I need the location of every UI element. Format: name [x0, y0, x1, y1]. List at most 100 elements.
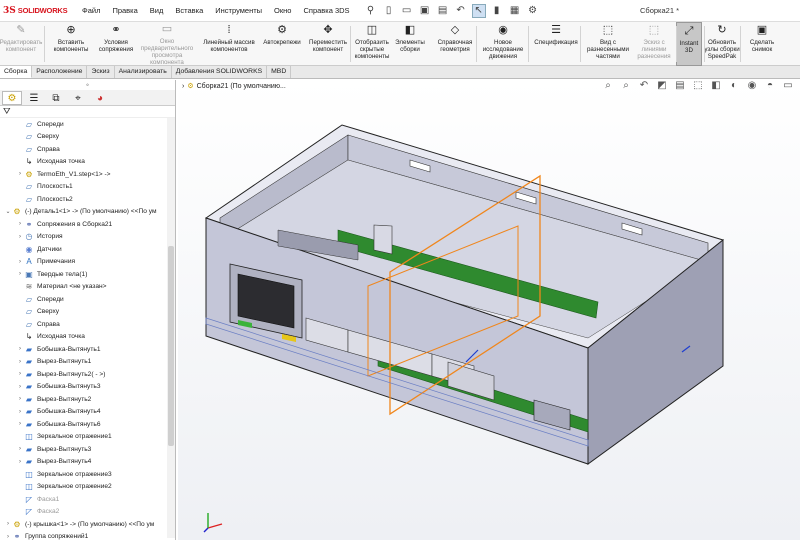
tree-node[interactable]: › ◷ История: [0, 231, 166, 244]
open-folder-icon[interactable]: ▭: [400, 4, 414, 18]
feature-manager-tab-icon[interactable]: ⚙: [2, 91, 22, 105]
ribbon-button-reference-geometry[interactable]: ◇ Справочная геометрия: [434, 22, 476, 66]
ribbon-button-edit-component[interactable]: ✎ Редактировать компонент: [0, 22, 42, 66]
expand-arrow-icon[interactable]: ›: [16, 459, 24, 465]
menu-insert[interactable]: Вставка: [169, 0, 209, 22]
tree-node[interactable]: ◫ Зеркальное отражение1: [0, 431, 166, 444]
tree-node[interactable]: › ⚙ (-) крышка<1> -> (По умолчанию) <<По у…: [0, 518, 166, 531]
tree-node[interactable]: ▱ Справа: [0, 318, 166, 331]
tree-node[interactable]: › ▰ Вырез-Вытянуть4: [0, 456, 166, 469]
expand-arrow-icon[interactable]: ›: [16, 384, 24, 390]
rebuild-icon[interactable]: ▮: [490, 4, 504, 18]
ribbon-button-component-preview[interactable]: ▭ Окно предварительного просмотра компоне…: [136, 22, 198, 67]
tree-node[interactable]: ▱ Справа: [0, 143, 166, 156]
pin-icon[interactable]: ⚲: [364, 4, 378, 18]
ribbon-button-show-hidden[interactable]: ◫ Отобразить скрытые компоненты: [352, 22, 392, 66]
expand-arrow-icon[interactable]: ›: [16, 421, 24, 427]
panel-pin-icon[interactable]: ⚬: [0, 80, 175, 90]
tab-2[interactable]: Эскиз: [87, 66, 115, 78]
tree-node[interactable]: › ▰ Вырез-Вытянуть2: [0, 393, 166, 406]
expand-arrow-icon[interactable]: ›: [16, 409, 24, 415]
expand-arrow-icon[interactable]: ›: [16, 234, 24, 240]
tree-node[interactable]: › ▰ Вырез-Вытянуть3: [0, 443, 166, 456]
filter-icon[interactable]: ⛛: [0, 106, 175, 118]
menu-window[interactable]: Окно: [268, 0, 297, 22]
tree-node[interactable]: ▱ Спереди: [0, 293, 166, 306]
configuration-manager-tab-icon[interactable]: ⧉: [46, 91, 66, 105]
menu-tools[interactable]: Инструменты: [209, 0, 268, 22]
menu-help[interactable]: Справка 3DS: [297, 0, 355, 22]
file-properties-icon[interactable]: ▦: [508, 4, 522, 18]
tree-node[interactable]: ▱ Плоскость2: [0, 193, 166, 206]
expand-arrow-icon[interactable]: ›: [16, 221, 24, 227]
undo-icon[interactable]: ↶: [454, 4, 468, 18]
expand-arrow-icon[interactable]: ›: [4, 534, 12, 540]
ribbon-button-assembly-features[interactable]: ◧ Элементы сборки: [392, 22, 428, 66]
tree-node[interactable]: ▱ Сверху: [0, 306, 166, 319]
tab-0[interactable]: Сборка: [0, 66, 33, 78]
menu-view[interactable]: Вид: [144, 0, 170, 22]
expand-arrow-icon[interactable]: ›: [16, 271, 24, 277]
ribbon-button-bom[interactable]: ☰ Спецификация: [530, 22, 582, 66]
tree-node[interactable]: › ▰ Вырез-Вытянуть2( - >): [0, 368, 166, 381]
tree-node[interactable]: › ⚭ Группа сопряжений1: [0, 531, 166, 540]
tree-node[interactable]: ⌄ ⚙ (-) Деталь1<1> -> (По умолчанию) <<По …: [0, 206, 166, 219]
new-document-icon[interactable]: ▯: [382, 4, 396, 18]
tree-node[interactable]: › ▰ Бобышка-Вытянуть1: [0, 343, 166, 356]
tree-node[interactable]: ◸ Фаска2: [0, 506, 166, 519]
menu-edit[interactable]: Правка: [106, 0, 143, 22]
display-manager-tab-icon[interactable]: ◕: [90, 91, 110, 105]
graphics-viewport[interactable]: › ⚙ Сборка21 (По умолчанию... ⌕ ⌕ ↶ ◩ ▤ …: [178, 80, 800, 540]
expand-arrow-icon[interactable]: ›: [16, 371, 24, 377]
tree-node[interactable]: › ⚭ Сопряжения в Сборка21: [0, 218, 166, 231]
tree-node[interactable]: ◫ Зеркальное отражение3: [0, 468, 166, 481]
expand-arrow-icon[interactable]: ›: [16, 171, 24, 177]
expand-arrow-icon[interactable]: ›: [16, 259, 24, 265]
ribbon-button-snapshot[interactable]: ▣ Сделать снимок: [742, 22, 782, 66]
tab-5[interactable]: MBD: [267, 66, 292, 78]
tree-node[interactable]: ▱ Плоскость1: [0, 181, 166, 194]
tree-node[interactable]: › ▰ Вырез-Вытянуть1: [0, 356, 166, 369]
tab-3[interactable]: Анализировать: [115, 66, 172, 78]
save-icon[interactable]: ▣: [418, 4, 432, 18]
options-gear-icon[interactable]: ⚙: [526, 4, 540, 18]
expand-arrow-icon[interactable]: ›: [16, 396, 24, 402]
ribbon-button-exploded-view[interactable]: ⬚ Вид с разнесенными частями: [584, 22, 632, 66]
tab-1[interactable]: Расположение: [32, 66, 88, 78]
ribbon-button-instant3d[interactable]: ⤢ Instant 3D: [676, 22, 702, 66]
tree-node[interactable]: › ▰ Бобышка-Вытянуть6: [0, 418, 166, 431]
tree-node[interactable]: › ⚙ TermoEth_V1.step<1> ->: [0, 168, 166, 181]
assembly-model-view[interactable]: [178, 80, 800, 540]
solidworks-logo[interactable]: 3S SOLIDWORKS: [0, 6, 72, 16]
property-manager-tab-icon[interactable]: ☰: [24, 91, 44, 105]
tree-scrollbar-thumb[interactable]: [168, 246, 174, 446]
tab-4[interactable]: Добавления SOLIDWORKS: [172, 66, 268, 78]
expand-arrow-icon[interactable]: ›: [16, 359, 24, 365]
ribbon-button-explode-line-sketch[interactable]: ⬚ Эскиз с линиями разнесения: [634, 22, 674, 66]
tree-node[interactable]: ◫ Зеркальное отражение2: [0, 481, 166, 494]
ribbon-button-smart-fasteners[interactable]: ⚙ Автокрепежи: [260, 22, 304, 66]
tree-node[interactable]: ▱ Сверху: [0, 131, 166, 144]
tree-node[interactable]: › ▣ Твердые тела(1): [0, 268, 166, 281]
ribbon-button-linear-pattern[interactable]: ⁞ Линейный массив компонентов: [200, 22, 258, 66]
ribbon-button-speedpak[interactable]: ↻ Обновить узлы сборки SpeedPak: [702, 22, 742, 66]
tree-node[interactable]: ↳ Исходная точка: [0, 331, 166, 344]
expand-arrow-icon[interactable]: ⌄: [4, 208, 12, 215]
tree-node[interactable]: › A Примечания: [0, 256, 166, 269]
menu-file[interactable]: Файл: [76, 0, 106, 22]
dimxpert-manager-tab-icon[interactable]: ⌖: [68, 91, 88, 105]
select-pointer-icon[interactable]: ↖: [471, 3, 486, 18]
tree-node[interactable]: › ▰ Бобышка-Вытянуть4: [0, 406, 166, 419]
tree-node[interactable]: ◸ Фаска1: [0, 493, 166, 506]
tree-node[interactable]: ◉ Датчики: [0, 243, 166, 256]
expand-arrow-icon[interactable]: ›: [16, 346, 24, 352]
ribbon-button-move-component[interactable]: ✥ Переместить компонент: [304, 22, 352, 66]
expand-arrow-icon[interactable]: ›: [4, 521, 12, 527]
expand-arrow-icon[interactable]: ›: [16, 446, 24, 452]
tree-node[interactable]: ▱ Спереди: [0, 118, 166, 131]
print-icon[interactable]: ▤: [436, 4, 450, 18]
ribbon-button-mate[interactable]: ⚭ Условия сопряжения: [98, 22, 134, 66]
tree-scrollbar[interactable]: [167, 118, 175, 538]
tree-node[interactable]: ≋ Материал <не указан>: [0, 281, 166, 294]
tree-node[interactable]: ↳ Исходная точка: [0, 156, 166, 169]
